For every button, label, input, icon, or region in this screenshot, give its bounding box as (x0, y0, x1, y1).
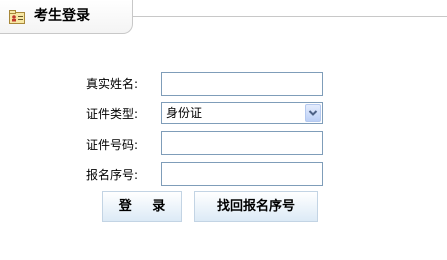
id-type-selected-value: 身份证 (166, 106, 203, 120)
id-type-label: 证件类型: (86, 107, 139, 121)
reg-number-label: 报名序号: (86, 168, 139, 182)
page-title: 考生登录 (34, 8, 90, 24)
id-card-icon (9, 9, 25, 24)
login-page: 考生登录 真实姓名: 证件类型: 身份证 证件号码: 报名序号: 登 录 找回报… (0, 0, 447, 260)
id-number-label: 证件号码: (86, 138, 139, 152)
name-label: 真实姓名: (86, 77, 139, 91)
reg-number-input[interactable] (161, 162, 323, 186)
find-reg-number-button[interactable]: 找回报名序号 (194, 191, 318, 222)
name-input[interactable] (161, 72, 323, 96)
id-type-select[interactable]: 身份证 (161, 102, 323, 124)
chevron-down-icon[interactable] (305, 104, 321, 122)
login-button[interactable]: 登 录 (102, 191, 182, 222)
id-number-input[interactable] (161, 131, 323, 155)
header-tab: 考生登录 (0, 0, 133, 34)
